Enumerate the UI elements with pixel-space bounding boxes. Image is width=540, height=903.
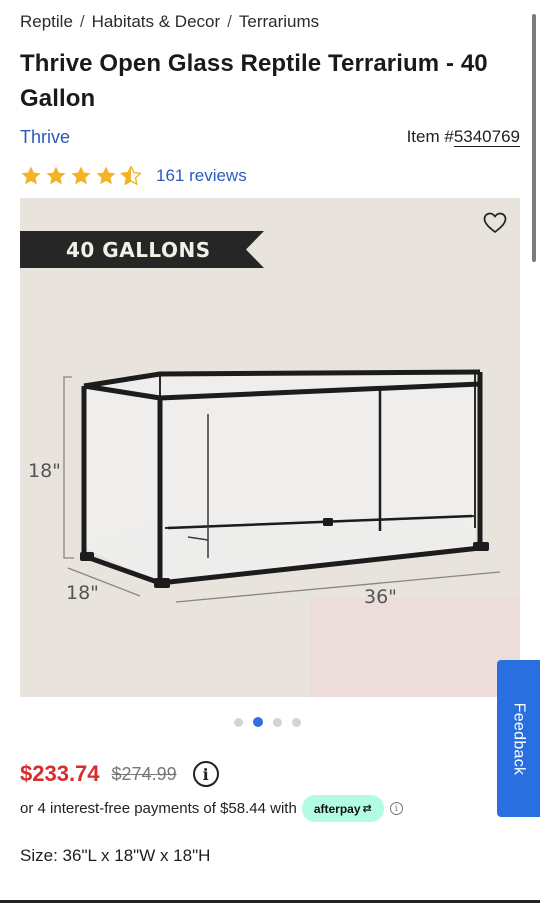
reviews-link[interactable]: 161 reviews [156, 166, 247, 186]
item-number-value: 5340769 [453, 127, 520, 147]
breadcrumb-separator: / [79, 12, 85, 31]
item-number: Item #5340769 [407, 127, 520, 147]
afterpay-swirl-icon: ⇄ [362, 803, 372, 815]
page-scrollbar[interactable] [532, 14, 536, 262]
breadcrumb-separator: / [227, 12, 232, 31]
gallery-dot[interactable] [234, 717, 243, 727]
price-row: $233.74 $274.99 i [20, 761, 219, 787]
afterpay-info-icon[interactable]: i [389, 802, 403, 815]
star-rating-icon [21, 165, 142, 185]
star-icon [96, 166, 116, 185]
star-icon [46, 166, 66, 185]
gallery-pagination [234, 717, 301, 727]
size-label: Size: [20, 846, 58, 865]
dimension-depth-label: 18" [66, 582, 99, 604]
brand-link[interactable]: Thrive [20, 127, 70, 148]
info-icon[interactable]: i [192, 761, 219, 787]
afterpay-badge[interactable]: afterpay ⇄ [301, 795, 384, 822]
size-row: Size: 36"L x 18"W x 18"H [20, 846, 210, 866]
product-title: Thrive Open Glass Reptile Terrarium - 40… [20, 50, 488, 112]
gallery-dot[interactable] [273, 717, 282, 727]
half-star-icon [120, 165, 142, 185]
breadcrumb-item-habitats-decor[interactable]: Habitats & Decor [92, 12, 221, 31]
current-price: $233.74 [20, 761, 100, 786]
dimension-width-label: 36" [364, 586, 397, 608]
item-number-label: Item # [406, 127, 454, 146]
original-price: $274.99 [111, 763, 177, 784]
feedback-label: Feedback [510, 702, 528, 775]
breadcrumb-item-reptile[interactable]: Reptile [20, 12, 73, 31]
rating-row[interactable]: 161 reviews [20, 164, 247, 188]
terrarium-product-image [63, 369, 501, 603]
dimension-height-label: 18" [28, 460, 61, 482]
size-value: 36"L x 18"W x 18"H [62, 846, 211, 865]
afterpay-row: or 4 interest-free payments of $58.44 wi… [20, 795, 403, 822]
afterpay-logo-text: afterpay [313, 801, 361, 816]
gallery-dot[interactable] [292, 717, 301, 727]
star-icon [21, 166, 41, 185]
star-icon [71, 166, 91, 185]
feedback-button[interactable]: Feedback [497, 660, 540, 817]
gallery-dot-active[interactable] [253, 717, 263, 727]
capacity-banner-text: 40 GALLONS [66, 237, 211, 262]
afterpay-text: or 4 interest-free payments of $58.44 wi… [20, 800, 297, 817]
product-image-gallery[interactable]: 40 GALLONS 18" 18" 36" [20, 198, 520, 697]
breadcrumb: Reptile / Habitats & Decor / Terrariums [20, 12, 319, 32]
breadcrumb-item-terrariums[interactable]: Terrariums [239, 12, 319, 31]
